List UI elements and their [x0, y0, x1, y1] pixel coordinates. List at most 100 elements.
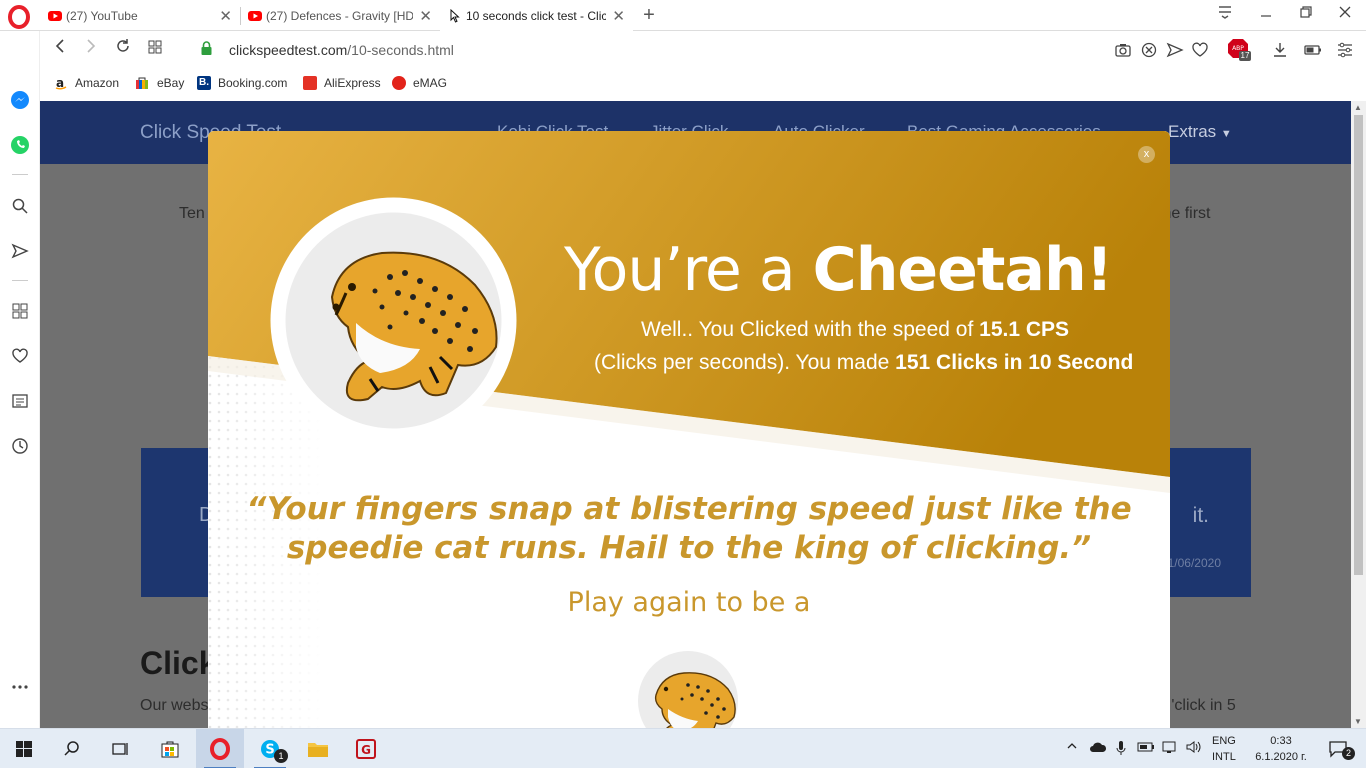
- new-tab-button[interactable]: +: [639, 4, 659, 27]
- adblock-count: 17: [1240, 51, 1250, 60]
- forward-button[interactable]: [81, 38, 101, 59]
- snapshot-icon[interactable]: [1113, 40, 1133, 60]
- speed-dial-icon[interactable]: [10, 301, 30, 321]
- store-button[interactable]: [146, 729, 194, 768]
- page-scrollbar[interactable]: ▲ ▼: [1351, 101, 1366, 728]
- bookmark-booking[interactable]: B. Booking.com: [197, 76, 287, 90]
- youtube-icon: [248, 10, 262, 21]
- show-hidden-icons-chevron-icon[interactable]: [1066, 740, 1078, 755]
- url-path: /10-seconds.html: [347, 42, 454, 58]
- bookmark-aliexpress[interactable]: AliExpress: [303, 76, 381, 90]
- bookmark-label: Booking.com: [218, 76, 288, 90]
- app-taskbar-button[interactable]: G: [342, 729, 390, 768]
- url-domain: clickspeedtest.com: [229, 42, 348, 58]
- tab-title: (27) Defences - Gravity [HD: [266, 8, 414, 23]
- aliexpress-icon: [303, 76, 317, 90]
- send-to-flow-icon[interactable]: [1165, 40, 1185, 60]
- more-options-icon[interactable]: [10, 677, 30, 697]
- tracker-blocker-icon[interactable]: [1139, 40, 1159, 60]
- emag-icon: [392, 76, 406, 90]
- section-heading: Click: [140, 645, 217, 681]
- skype-taskbar-button[interactable]: S 1: [246, 729, 294, 768]
- lang-layout: INTL: [1212, 751, 1236, 763]
- rank-headline: You’re a Cheetah!: [564, 235, 1113, 305]
- easy-setup-icon[interactable]: [1335, 40, 1355, 60]
- speed-summary-text: Well.. You Clicked with the speed of: [641, 318, 980, 341]
- tab-title: (27) YouTube: [66, 8, 138, 23]
- volume-icon[interactable]: [1185, 740, 1203, 757]
- play-again-text: Play again to be a: [567, 587, 811, 618]
- opera-sidebar: [0, 31, 40, 728]
- bookmark-label: AliExpress: [324, 76, 381, 90]
- lang-code: ENG: [1212, 735, 1236, 747]
- speed-summary: Well.. You Clicked with the speed of 15.…: [641, 318, 1069, 342]
- nav-link-extras[interactable]: Extras ▼: [1168, 122, 1232, 142]
- search-icon[interactable]: [10, 196, 30, 216]
- back-button[interactable]: [50, 38, 70, 59]
- opera-taskbar-button[interactable]: [196, 729, 244, 768]
- tab-menu-icon[interactable]: [1213, 4, 1237, 25]
- opera-logo-icon[interactable]: [6, 5, 32, 29]
- youtube-icon: [48, 10, 62, 21]
- folder-icon: [308, 743, 328, 757]
- bookmark-label: eMAG: [413, 76, 448, 90]
- downloads-icon[interactable]: [1270, 40, 1290, 60]
- close-tab-icon[interactable]: ✕: [612, 7, 625, 25]
- next-rank-avatar-icon[interactable]: [630, 643, 746, 728]
- scrollbar-thumb[interactable]: [1354, 115, 1363, 575]
- banner-text-right: it.: [1192, 504, 1209, 527]
- history-clock-icon[interactable]: [10, 436, 30, 456]
- tab-click-test[interactable]: 10 seconds click test - Click ✕: [440, 0, 633, 31]
- clicks-summary-text: (Clicks per seconds). You made: [594, 351, 896, 374]
- headline-prefix: You’re a: [564, 235, 813, 305]
- minimize-button[interactable]: [1254, 4, 1278, 25]
- tab-defences[interactable]: (27) Defences - Gravity [HD ✕: [240, 0, 440, 31]
- section-paragraph: Our webs: [140, 697, 209, 714]
- cps-value: 15.1 CPS: [979, 318, 1070, 341]
- close-tab-icon[interactable]: ✕: [419, 7, 432, 25]
- store-icon: [161, 741, 179, 758]
- nav-extras-label: Extras: [1168, 122, 1217, 141]
- bookmark-amazon[interactable]: a Amazon: [54, 76, 119, 90]
- taskbar-search-button[interactable]: [48, 729, 96, 768]
- svg-text:G: G: [361, 743, 371, 757]
- reload-button[interactable]: [113, 38, 133, 59]
- scroll-up-arrow[interactable]: ▲: [1354, 103, 1362, 112]
- bookmark-heart-icon[interactable]: [1190, 40, 1210, 60]
- bookmarks-heart-icon[interactable]: [10, 346, 30, 366]
- rank-quote: “Your fingers snap at blistering speed j…: [246, 491, 1132, 566]
- restore-button[interactable]: [1294, 4, 1318, 25]
- close-window-button[interactable]: [1333, 4, 1357, 25]
- search-icon: [64, 741, 79, 756]
- clicks-value: 151 Clicks in 10 Second: [895, 351, 1134, 374]
- secure-lock-icon[interactable]: [201, 41, 212, 55]
- tab-youtube[interactable]: (27) YouTube ✕: [40, 0, 240, 31]
- microphone-icon[interactable]: [1115, 740, 1127, 759]
- sidebar-divider: [12, 174, 28, 175]
- battery-icon[interactable]: [1137, 740, 1155, 757]
- onedrive-cloud-icon[interactable]: [1089, 740, 1107, 757]
- speed-dial-icon[interactable]: [145, 38, 165, 59]
- adblock-extension-icon[interactable]: ABP 17: [1227, 38, 1251, 62]
- action-center-button[interactable]: 2: [1318, 729, 1358, 768]
- close-modal-button[interactable]: x: [1138, 146, 1155, 163]
- battery-saver-icon[interactable]: [1303, 40, 1323, 60]
- scroll-down-arrow[interactable]: ▼: [1354, 717, 1362, 726]
- close-tab-icon[interactable]: ✕: [219, 7, 232, 25]
- whatsapp-icon[interactable]: [10, 135, 30, 155]
- bookmark-emag[interactable]: eMAG: [392, 76, 447, 90]
- news-icon[interactable]: [10, 391, 30, 411]
- taskbar-clock[interactable]: 0:33 6.1.2020 г.: [1250, 733, 1312, 765]
- task-view-icon: [112, 743, 128, 755]
- input-language[interactable]: ENG INTL: [1212, 733, 1236, 765]
- opera-icon: [210, 738, 230, 760]
- skype-badge: 1: [274, 749, 288, 763]
- start-button[interactable]: [0, 729, 48, 768]
- flow-icon[interactable]: [10, 241, 30, 261]
- task-view-button[interactable]: [96, 729, 144, 768]
- file-explorer-button[interactable]: [294, 729, 342, 768]
- messenger-icon[interactable]: [10, 90, 30, 110]
- url-field[interactable]: clickspeedtest.com/10-seconds.html: [229, 42, 454, 58]
- network-icon[interactable]: [1162, 740, 1180, 757]
- bookmark-ebay[interactable]: eBay: [134, 76, 184, 90]
